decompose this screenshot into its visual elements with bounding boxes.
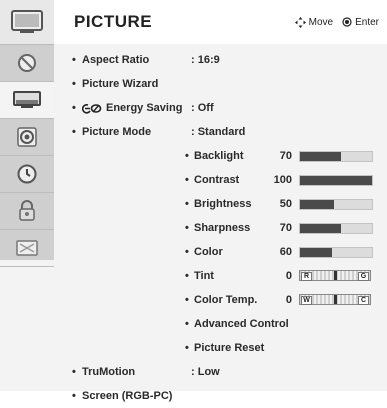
energy-saving-icon — [82, 103, 102, 114]
sharpness-value: 70 — [279, 222, 292, 234]
audio-icon — [17, 127, 37, 147]
aspect-ratio-label: Aspect Ratio — [82, 54, 150, 66]
menu-header: PICTURE Move Enter — [54, 0, 387, 45]
tint-value: 0 — [285, 270, 292, 282]
sidebar-item-lock[interactable] — [0, 193, 54, 230]
backlight-label: Backlight — [194, 150, 244, 162]
screen-rgb-pc-label: Screen (RGB-PC) — [82, 390, 173, 402]
sidebar-item-option[interactable] — [0, 230, 54, 267]
menu-item-screen-rgb-pc[interactable]: • Screen (RGB-PC) — [54, 384, 387, 408]
sharpness-slider[interactable] — [299, 223, 373, 234]
menu-item-trumotion[interactable]: • TruMotion : Low — [54, 360, 387, 384]
color-temp-balance-slider[interactable]: W C — [299, 294, 371, 305]
picture-reset-label: Picture Reset — [194, 342, 265, 354]
satellite-dish-icon — [18, 54, 36, 72]
tint-right-label: G — [358, 272, 369, 281]
menu-item-sharpness[interactable]: • Sharpness 70 — [54, 216, 387, 240]
sidebar-item-tv[interactable] — [0, 0, 54, 45]
tint-left-label: R — [301, 272, 312, 281]
menu-item-picture-wizard[interactable]: • Picture Wizard — [54, 72, 387, 96]
option-icon — [16, 240, 38, 256]
backlight-slider[interactable] — [299, 151, 373, 162]
menu-item-color-temp[interactable]: • Color Temp. 0 W C — [54, 288, 387, 312]
tint-label: Tint — [194, 270, 214, 282]
menu-item-contrast[interactable]: • Contrast 100 — [54, 168, 387, 192]
tint-balance-slider[interactable]: R G — [299, 270, 371, 281]
sidebar — [0, 0, 55, 267]
menu-item-backlight[interactable]: • Backlight 70 — [54, 144, 387, 168]
clock-icon — [17, 164, 37, 184]
picture-menu-window: PICTURE Move Enter • Aspect Ratio : 16:9 — [0, 0, 387, 402]
contrast-slider[interactable] — [299, 175, 373, 186]
energy-saving-label: Energy Saving — [106, 102, 183, 114]
contrast-label: Contrast — [194, 174, 240, 186]
picture-wizard-label: Picture Wizard — [82, 78, 159, 90]
contrast-value: 100 — [273, 174, 292, 186]
sidebar-item-picture[interactable] — [0, 82, 54, 119]
lock-icon — [19, 200, 35, 221]
trumotion-value: : Low — [191, 366, 220, 378]
menu-item-picture-reset[interactable]: • Picture Reset — [54, 336, 387, 360]
sidebar-item-audio[interactable] — [0, 119, 54, 156]
picture-mode-value: : Standard — [191, 126, 246, 138]
trumotion-label: TruMotion — [82, 366, 136, 378]
tint-slider-handle[interactable] — [334, 271, 337, 280]
picture-settings-list: • Aspect Ratio : 16:9 • Picture Wizard •… — [54, 44, 387, 402]
menu-item-advanced-control[interactable]: • Advanced Control — [54, 312, 387, 336]
brightness-value: 50 — [279, 198, 292, 210]
enter-button-icon — [342, 17, 352, 27]
backlight-value: 70 — [279, 150, 292, 162]
advanced-control-label: Advanced Control — [194, 318, 289, 330]
color-temp-slider-handle[interactable] — [334, 295, 337, 304]
navigation-hint: Move Enter — [294, 16, 379, 28]
move-arrows-icon — [294, 16, 306, 28]
color-temp-right-label: C — [358, 296, 369, 305]
picture-icon — [13, 91, 41, 108]
menu-item-picture-mode[interactable]: • Picture Mode : Standard — [54, 120, 387, 144]
tv-icon — [11, 10, 43, 33]
brightness-label: Brightness — [194, 198, 252, 210]
menu-item-energy-saving[interactable]: • Energy Saving : Off — [54, 96, 387, 120]
energy-saving-value: : Off — [191, 102, 214, 114]
menu-item-tint[interactable]: • Tint 0 R G — [54, 264, 387, 288]
sharpness-label: Sharpness — [194, 222, 251, 234]
menu-item-color[interactable]: • Color 60 — [54, 240, 387, 264]
enter-label: Enter — [355, 16, 379, 28]
color-temp-left-label: W — [301, 296, 312, 305]
color-temp-value: 0 — [285, 294, 292, 306]
menu-item-aspect-ratio[interactable]: • Aspect Ratio : 16:9 — [54, 48, 387, 72]
sidebar-item-setup[interactable] — [0, 45, 54, 82]
color-label: Color — [194, 246, 223, 258]
move-label: Move — [308, 16, 334, 28]
brightness-slider[interactable] — [299, 199, 373, 210]
sidebar-item-time[interactable] — [0, 156, 54, 193]
picture-mode-label: Picture Mode — [82, 126, 152, 138]
color-slider[interactable] — [299, 247, 373, 258]
aspect-ratio-value: : 16:9 — [191, 54, 220, 66]
page-title: PICTURE — [74, 12, 153, 31]
color-temp-label: Color Temp. — [194, 294, 258, 306]
color-value: 60 — [279, 246, 292, 258]
menu-item-brightness[interactable]: • Brightness 50 — [54, 192, 387, 216]
